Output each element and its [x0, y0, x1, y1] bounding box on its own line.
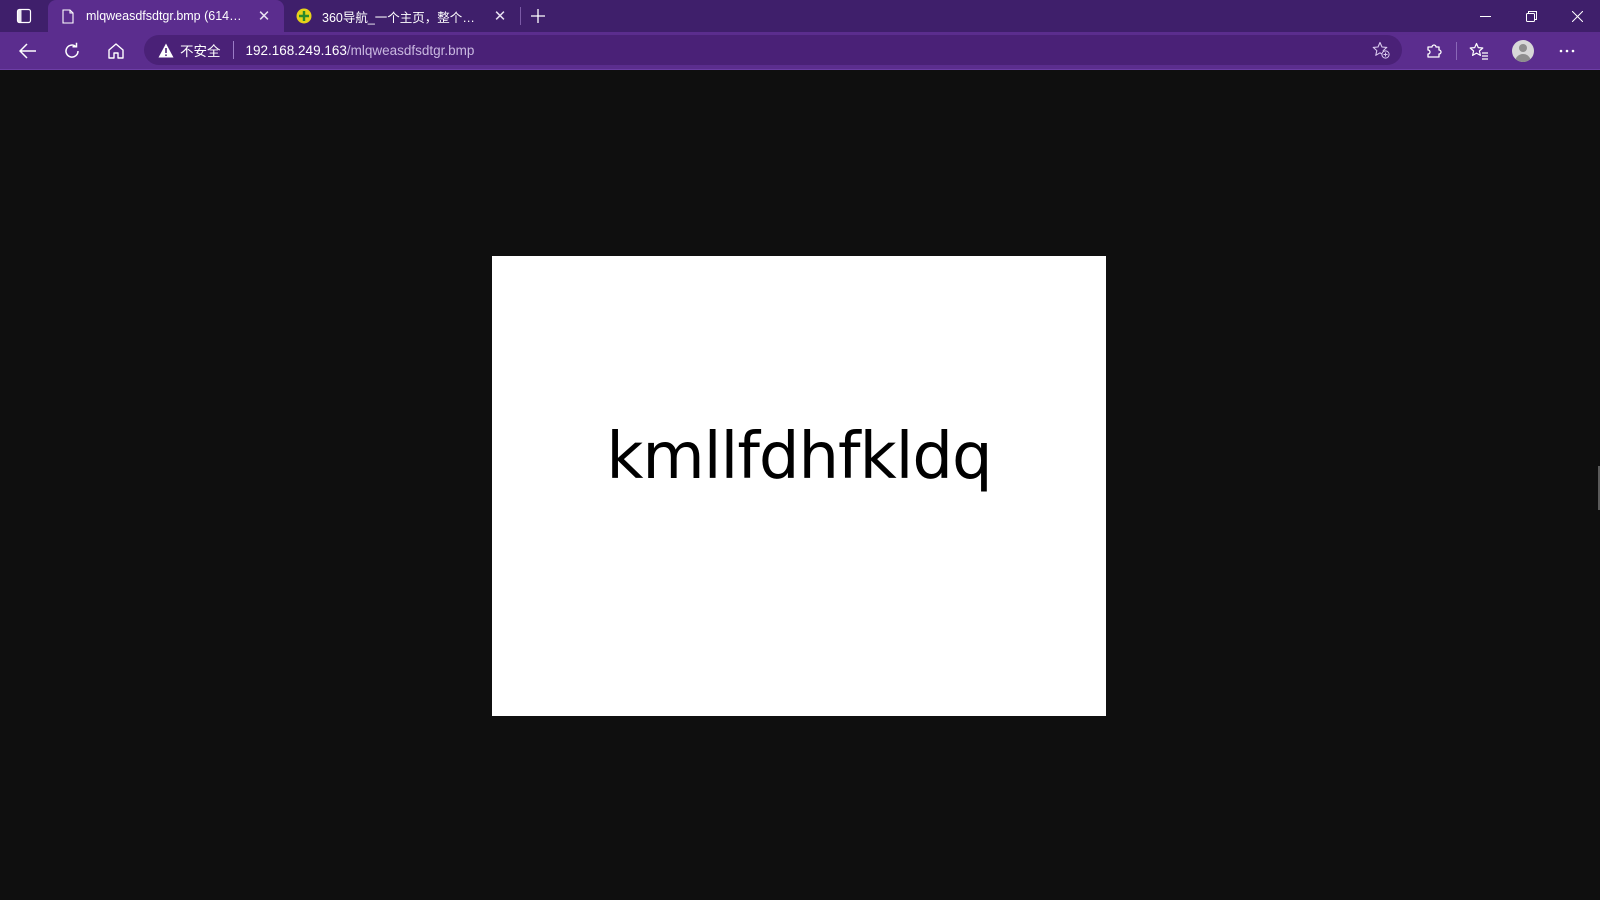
- minimize-button[interactable]: [1462, 0, 1508, 32]
- close-tab-icon[interactable]: ✕: [490, 6, 510, 26]
- avatar-icon: [1512, 40, 1534, 62]
- profile-button[interactable]: [1501, 33, 1545, 69]
- minimize-icon: [1479, 15, 1491, 17]
- document-icon: [60, 8, 76, 24]
- refresh-icon: [65, 42, 79, 58]
- address-divider: [232, 41, 234, 59]
- favorites-icon: [1469, 42, 1488, 60]
- new-tab-button[interactable]: [521, 0, 555, 32]
- window-controls: [1462, 0, 1600, 32]
- tab-title: mlqweasdfsdtgr.bmp (614×460): [86, 9, 248, 23]
- tab-title: 360导航_一个主页，整个世界: [322, 10, 484, 25]
- settings-more-button[interactable]: [1545, 33, 1589, 69]
- security-label: 不安全: [180, 44, 221, 59]
- puzzle-icon: [1427, 44, 1442, 58]
- plus-icon: [531, 9, 545, 23]
- add-favorite-button[interactable]: [1372, 41, 1390, 59]
- bmp-image[interactable]: kmllfdhfkldq: [492, 256, 1106, 716]
- favorites-button[interactable]: [1457, 33, 1501, 69]
- star-add-icon: [1372, 41, 1390, 59]
- home-button[interactable]: [94, 33, 138, 69]
- url-path: /mlqweasdfsdtgr.bmp: [346, 42, 475, 58]
- more-dots-icon: [1559, 49, 1575, 53]
- back-button[interactable]: [6, 33, 50, 69]
- restore-button[interactable]: [1508, 0, 1554, 32]
- extensions-button[interactable]: [1412, 33, 1456, 69]
- url-text[interactable]: 192.168.249.163/mlqweasdfsdtgr.bmp: [246, 43, 475, 58]
- tab-actions-button[interactable]: [0, 0, 48, 32]
- refresh-button[interactable]: [50, 33, 94, 69]
- address-bar[interactable]: 不安全 192.168.249.163/mlqweasdfsdtgr.bmp: [144, 35, 1402, 65]
- image-text: kmllfdhfkldq: [606, 420, 992, 494]
- back-arrow-icon: [19, 42, 36, 59]
- close-window-button[interactable]: [1554, 0, 1600, 32]
- close-icon: [1571, 10, 1583, 22]
- tab-360[interactable]: 360导航_一个主页，整个世界 ✕: [284, 0, 520, 32]
- tab-strip: mlqweasdfsdtgr.bmp (614×460) ✕ 360导航_一个主…: [0, 0, 1600, 32]
- 360-logo-icon: [296, 8, 312, 24]
- toolbar-right: [1412, 32, 1589, 70]
- restore-icon: [1525, 10, 1537, 22]
- page-viewport: kmllfdhfkldq: [0, 70, 1600, 900]
- security-indicator[interactable]: 不安全: [158, 40, 221, 60]
- url-host: 192.168.249.163: [245, 42, 347, 58]
- close-tab-icon[interactable]: ✕: [254, 6, 274, 26]
- warning-icon: [158, 43, 174, 57]
- browser-toolbar: 不安全 192.168.249.163/mlqweasdfsdtgr.bmp: [0, 32, 1600, 70]
- home-icon: [108, 42, 124, 59]
- tab-actions-icon: [16, 8, 32, 24]
- tab-active[interactable]: mlqweasdfsdtgr.bmp (614×460) ✕: [48, 0, 284, 32]
